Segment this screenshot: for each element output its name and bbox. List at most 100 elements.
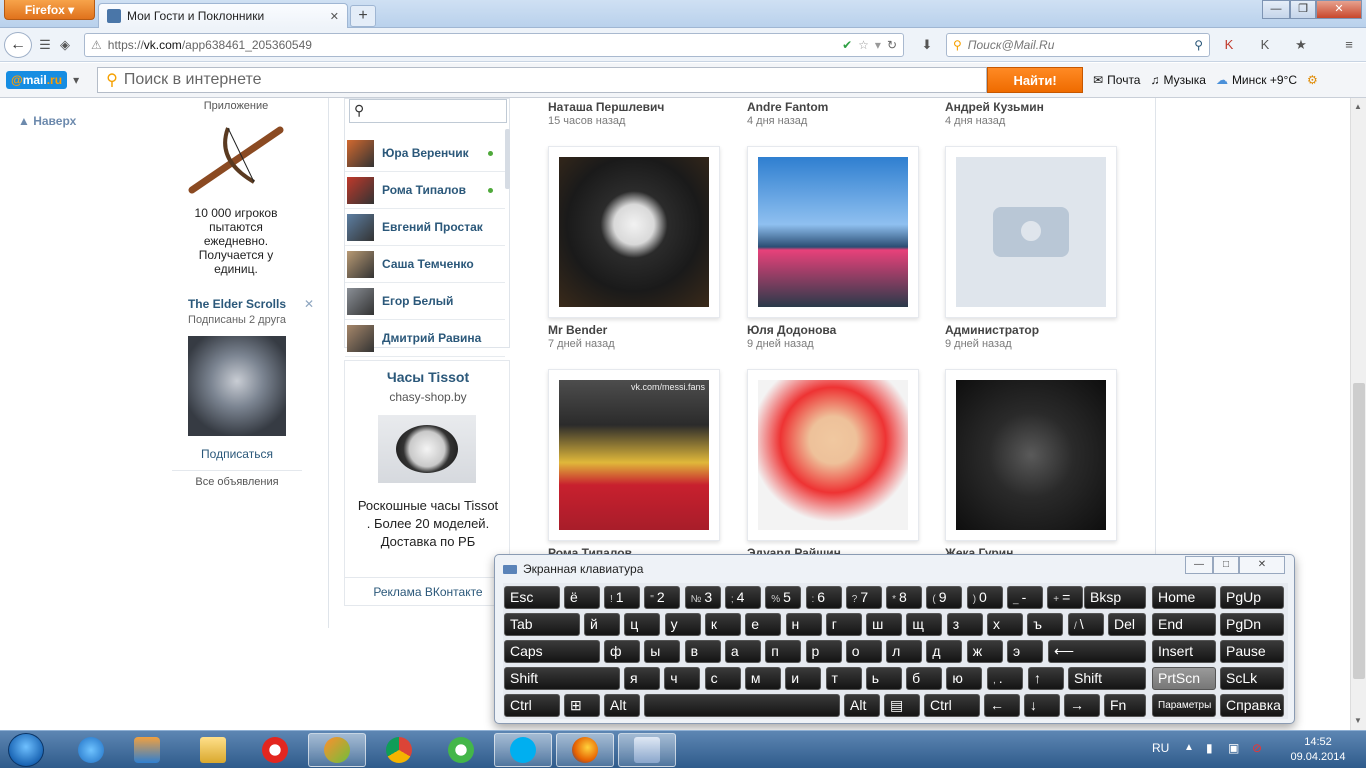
key-minus[interactable]: _ - (1007, 586, 1043, 609)
key-r3-3[interactable]: м (744, 667, 781, 690)
all-ads-link[interactable]: Все объявления (180, 476, 294, 488)
key-d6[interactable]: :6 (805, 586, 842, 609)
elder-scrolls-ad-image[interactable] (188, 336, 286, 436)
logo-dropdown-icon[interactable]: ▾ (73, 73, 79, 87)
friend-item[interactable]: Егор Белый (345, 283, 505, 320)
key-r2-5[interactable]: р (805, 640, 842, 663)
friend-avatar[interactable] (347, 287, 374, 315)
friend-avatar[interactable] (347, 324, 374, 352)
key-r1-10[interactable]: х (987, 613, 1023, 636)
windows-key-icon[interactable]: ⊞ (564, 694, 600, 717)
key-caps[interactable]: Caps (504, 640, 600, 663)
key-r1-1[interactable]: ц (624, 613, 661, 636)
friend-search-input[interactable]: ⚲ (349, 99, 507, 123)
key-r1-6[interactable]: г (825, 613, 862, 636)
key-d4[interactable]: ; 4 (724, 586, 761, 609)
browser-tab[interactable]: Мои Гости и Поклонники ✕ (98, 3, 348, 28)
mail-link[interactable]: ✉ Почта (1093, 73, 1140, 87)
tissot-ad[interactable]: Часы Tissot chasy-shop.by Роскошные часы… (344, 360, 511, 606)
key-r1-0[interactable]: й (584, 613, 620, 636)
menu-icon[interactable]: ☰ (36, 36, 54, 54)
explorer-taskbar-icon[interactable] (184, 733, 242, 767)
hamburger-menu-icon[interactable]: ≡ (1340, 36, 1358, 54)
key-left[interactable]: ← (984, 694, 1020, 717)
space-key[interactable] (644, 694, 840, 717)
key-r3-6[interactable]: ь (865, 667, 902, 690)
signal-icon[interactable]: ▮ (1206, 741, 1213, 755)
firefox-menu-button[interactable]: Firefox ▾ (4, 0, 95, 20)
internet-search-input[interactable]: ⚲ Поиск в интернете (97, 67, 988, 93)
guest-name[interactable]: Администратор (945, 323, 1039, 337)
minimize-button[interactable]: — (1262, 0, 1290, 19)
key-r3-2[interactable]: с (704, 667, 741, 690)
weather-link[interactable]: ☁ Минск +9°C (1216, 73, 1297, 87)
key-d8[interactable]: * 8 (886, 586, 923, 609)
key-d7[interactable]: ? 7 (845, 586, 882, 609)
key-shift[interactable]: Shift (504, 667, 620, 690)
guest-photo[interactable] (548, 146, 720, 318)
scroll-thumb[interactable] (1353, 383, 1365, 679)
key-r3-8[interactable]: ю (946, 667, 983, 690)
guest-photo[interactable]: vk.com/messi.fans (548, 369, 720, 541)
guest-name[interactable]: Юля Додонова (747, 323, 836, 337)
key-tab[interactable]: Tab (504, 613, 580, 636)
key-shift_r[interactable]: Shift (1068, 667, 1146, 690)
firefox-taskbar-icon[interactable] (556, 733, 614, 767)
key-d2[interactable]: " 2 (644, 586, 681, 609)
key-r2-6[interactable]: о (845, 640, 882, 663)
friend-avatar[interactable] (347, 176, 374, 204)
friend-name[interactable]: Рома Типалов (382, 183, 466, 197)
key-params[interactable]: Параметры (1152, 694, 1216, 717)
key-d1[interactable]: ! 1 (604, 586, 640, 609)
chrome-taskbar-icon[interactable] (370, 733, 428, 767)
guest-name[interactable]: Андрей Кузьмин (945, 100, 1044, 114)
key-alt[interactable]: Alt (604, 694, 640, 717)
skype-taskbar-icon[interactable] (494, 733, 552, 767)
language-indicator[interactable]: RU (1152, 741, 1169, 755)
key-ctrl_r[interactable]: Ctrl (924, 694, 980, 717)
tray-expand-icon[interactable]: ▲ (1184, 742, 1194, 753)
key-bksp[interactable]: Bksp (1084, 586, 1146, 609)
guest-name[interactable]: Наташа Першлевич (548, 100, 664, 114)
guest-photo[interactable] (747, 146, 919, 318)
key-r2-9[interactable]: ж (966, 640, 1003, 663)
search-icon[interactable]: ⚲ (1194, 38, 1203, 52)
back-to-top-link[interactable]: ▲ Наверх (18, 114, 76, 128)
music-link[interactable]: ♫ Музыка (1150, 73, 1205, 87)
new-tab-button[interactable]: + (350, 5, 376, 27)
friend-avatar[interactable] (347, 213, 374, 241)
shield-icon[interactable]: ◈ (56, 36, 74, 54)
start-button[interactable] (8, 733, 44, 767)
subscribe-link[interactable]: Подписаться (180, 447, 294, 461)
key-esc[interactable]: Esc (504, 586, 560, 609)
key-ctrl[interactable]: Ctrl (504, 694, 560, 717)
scroll-up-icon[interactable]: ▲ (1354, 102, 1362, 111)
ad-title[interactable]: The Elder Scrolls (180, 297, 294, 311)
friend-item[interactable]: Евгений Простак (345, 209, 505, 246)
friend-avatar[interactable] (347, 250, 374, 278)
download-icon[interactable]: ⬇ (918, 36, 936, 54)
friend-item[interactable]: Саша Темченко (345, 246, 505, 283)
osk-restore-button[interactable]: □ (1213, 556, 1239, 574)
key-eq[interactable]: + = (1047, 586, 1084, 609)
crossbow-ad-image[interactable] (188, 120, 286, 198)
friends-scrollbar[interactable] (505, 129, 510, 189)
key-help[interactable]: Справка (1220, 694, 1284, 717)
guest-name[interactable]: Andre Fantom (747, 100, 828, 114)
ad-close-icon[interactable]: ✕ (304, 297, 314, 311)
extension-icon[interactable]: K (1256, 36, 1274, 54)
friend-name[interactable]: Егор Белый (382, 294, 453, 308)
network-icon[interactable]: ▣ (1228, 741, 1239, 755)
kaspersky-icon[interactable]: K (1220, 36, 1238, 54)
friend-name[interactable]: Юра Веренчик (382, 146, 469, 160)
friend-item[interactable]: Рома Типалов (345, 172, 505, 209)
key-prtscn[interactable]: PrtScn (1152, 667, 1216, 690)
key-r2-0[interactable]: ф (604, 640, 640, 663)
media-player-taskbar-icon[interactable] (118, 733, 176, 767)
search-bar[interactable]: ⚲ Поиск@Mail.Ru ⚲ (946, 33, 1210, 57)
osk-taskbar-icon[interactable] (618, 733, 676, 767)
key-r3-1[interactable]: ч (664, 667, 701, 690)
clock[interactable]: 14:52 09.04.2014 (1282, 735, 1354, 765)
key-alt_r[interactable]: Alt (844, 694, 880, 717)
opera-taskbar-icon[interactable] (246, 733, 304, 767)
